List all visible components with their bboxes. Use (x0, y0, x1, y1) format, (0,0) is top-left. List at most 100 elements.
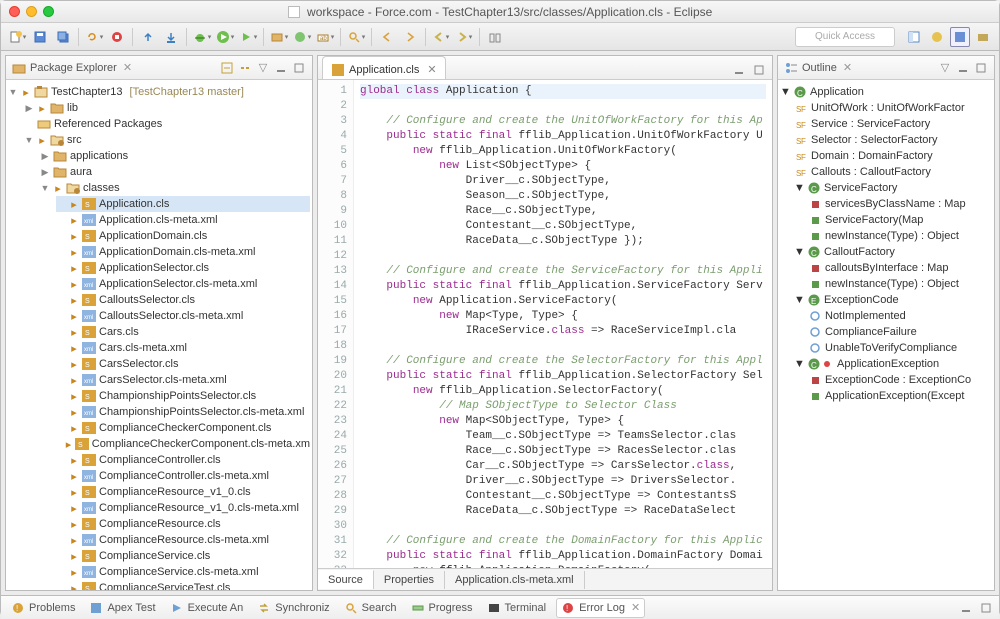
force-refresh-button[interactable] (84, 27, 104, 47)
tree-file[interactable]: ▸xmlChampionshipPointsSelector.cls-meta.… (56, 404, 310, 420)
search-button[interactable] (346, 27, 366, 47)
new-class-button[interactable] (292, 27, 312, 47)
close-tab-icon[interactable]: ✕ (427, 63, 436, 76)
download-button[interactable] (161, 27, 181, 47)
outline-member[interactable]: servicesByClassName : Map (780, 196, 992, 212)
save-all-button[interactable] (53, 27, 73, 47)
outline-inner-class[interactable]: ▼CCalloutFactory (780, 244, 992, 260)
forward-button[interactable] (454, 27, 474, 47)
tree-file[interactable]: ▸SCalloutsSelector.cls (56, 292, 310, 308)
tree-file[interactable]: ▸xmlCarsSelector.cls-meta.xml (56, 372, 310, 388)
outline-member[interactable]: ServiceFactory(Map (780, 212, 992, 228)
tree-file[interactable]: ▸xmlComplianceResource.cls-meta.xml (56, 532, 310, 548)
maximize-editor-icon[interactable] (752, 63, 766, 77)
source-tab[interactable]: Source (318, 570, 374, 589)
tree-folder-aura[interactable]: ▶aura (40, 164, 310, 180)
view-menu-icon[interactable]: ▽ (256, 61, 270, 75)
outline-member[interactable]: calloutsByInterface : Map (780, 260, 992, 276)
meta-tab[interactable]: Application.cls-meta.xml (445, 571, 585, 589)
tree-file[interactable]: ▸xmlComplianceController.cls-meta.xml (56, 468, 310, 484)
tree-file[interactable]: ▸xmlApplicationSelector.cls-meta.xml (56, 276, 310, 292)
minimize-view-icon[interactable] (959, 601, 973, 615)
run-button[interactable] (215, 27, 235, 47)
outline-item[interactable]: ▼CApplication (780, 84, 992, 100)
minimize-editor-icon[interactable] (732, 63, 746, 77)
project-node[interactable]: ▼▸TestChapter13[TestChapter13 master] (8, 84, 310, 100)
tree-file[interactable]: ▸xmlApplication.cls-meta.xml (56, 212, 310, 228)
new-button[interactable] (7, 27, 27, 47)
resource-perspective-button[interactable] (973, 27, 993, 47)
outline-enum-value[interactable]: ComplianceFailure (780, 324, 992, 340)
outline-member[interactable]: newInstance(Type) : Object (780, 276, 992, 292)
new-package-button[interactable] (269, 27, 289, 47)
next-annotation-button[interactable] (400, 27, 420, 47)
java-perspective-button[interactable] (950, 27, 970, 47)
tree-file[interactable]: ▸xmlCars.cls-meta.xml (56, 340, 310, 356)
minimize-view-icon[interactable] (956, 61, 970, 75)
view-tab-apex-test[interactable]: Apex Test (85, 599, 159, 617)
view-menu-icon[interactable]: ▽ (938, 61, 952, 75)
tree-file[interactable]: ▸SApplicationSelector.cls (56, 260, 310, 276)
outline-enum[interactable]: ▼EExceptionCode (780, 292, 992, 308)
tree-file[interactable]: ▸SApplicationDomain.cls (56, 228, 310, 244)
view-tab-progress[interactable]: Progress (407, 599, 477, 617)
tree-folder-lib[interactable]: ▶▸lib (24, 100, 310, 116)
debug-button[interactable] (192, 27, 212, 47)
tree-folder-applications[interactable]: ▶applications (40, 148, 310, 164)
run-last-button[interactable] (238, 27, 258, 47)
tree-file[interactable]: ▸SComplianceResource_v1_0.cls (56, 484, 310, 500)
view-tab-problems[interactable]: !Problems (7, 599, 79, 617)
tree-folder-src[interactable]: ▼▸src (24, 132, 310, 148)
pin-editor-button[interactable] (485, 27, 505, 47)
view-close-icon[interactable]: ✕ (843, 61, 852, 74)
outline-member[interactable]: ApplicationException(Except (780, 388, 992, 404)
minimize-view-icon[interactable] (274, 61, 288, 75)
quick-access-field[interactable]: Quick Access (795, 27, 895, 47)
force-perspective-button[interactable] (927, 27, 947, 47)
tree-file[interactable]: ▸SCars.cls (56, 324, 310, 340)
code-content[interactable]: global class Application { // Configure … (354, 80, 772, 568)
editor-tab-application[interactable]: Application.cls ✕ (322, 56, 446, 79)
view-tab-search[interactable]: Search (340, 599, 401, 617)
outline-enum-value[interactable]: NotImplemented (780, 308, 992, 324)
outline-inner-class[interactable]: ▼CServiceFactory (780, 180, 992, 196)
view-close-icon[interactable]: ✕ (123, 61, 132, 74)
tree-file[interactable]: ▸SComplianceServiceTest.cls (56, 580, 310, 590)
open-type-button[interactable]: ab (315, 27, 335, 47)
tree-file[interactable]: ▸SComplianceCheckerComponent.cls (56, 420, 310, 436)
outline-field[interactable]: SFSelector : SelectorFactory (780, 132, 992, 148)
tree-folder-referenced[interactable]: Referenced Packages (24, 116, 310, 132)
tree-file[interactable]: ▸SComplianceCheckerComponent.cls-meta.xm (56, 436, 310, 452)
outline-member[interactable]: newInstance(Type) : Object (780, 228, 992, 244)
outline-enum-value[interactable]: UnableToVerifyCompliance (780, 340, 992, 356)
tree-file[interactable]: ▸xmlCalloutsSelector.cls-meta.xml (56, 308, 310, 324)
view-tab-error-log[interactable]: !Error Log ✕ (556, 598, 645, 618)
tree-file[interactable]: ▸SComplianceController.cls (56, 452, 310, 468)
outline-field[interactable]: SFDomain : DomainFactory (780, 148, 992, 164)
tree-file[interactable]: ▸xmlComplianceResource_v1_0.cls-meta.xml (56, 500, 310, 516)
maximize-view-icon[interactable] (292, 61, 306, 75)
tree-file[interactable]: ▸SChampionshipPointsSelector.cls (56, 388, 310, 404)
maximize-view-icon[interactable] (974, 61, 988, 75)
outline-field[interactable]: SFUnitOfWork : UnitOfWorkFactor (780, 100, 992, 116)
collapse-all-icon[interactable] (220, 61, 234, 75)
tree-file[interactable]: ▸SComplianceResource.cls (56, 516, 310, 532)
outline-field[interactable]: SFCallouts : CalloutFactory (780, 164, 992, 180)
properties-tab[interactable]: Properties (374, 571, 445, 589)
save-button[interactable] (30, 27, 50, 47)
back-button[interactable] (431, 27, 451, 47)
outline-tree[interactable]: ▼CApplicationSFUnitOfWork : UnitOfWorkFa… (778, 80, 994, 590)
prev-annotation-button[interactable] (377, 27, 397, 47)
view-tab-synchronize[interactable]: Synchroniz (253, 599, 333, 617)
outline-inner-class[interactable]: ▼CApplicationException (780, 356, 992, 372)
tree-file[interactable]: ▸xmlApplicationDomain.cls-meta.xml (56, 244, 310, 260)
force-stop-button[interactable] (107, 27, 127, 47)
tree-file[interactable]: ▸xmlComplianceService.cls-meta.xml (56, 564, 310, 580)
maximize-view-icon[interactable] (979, 601, 993, 615)
tree-file[interactable]: ▸SComplianceService.cls (56, 548, 310, 564)
tree-file[interactable]: ▸SApplication.cls (56, 196, 310, 212)
package-explorer-tree[interactable]: ▼▸TestChapter13[TestChapter13 master] ▶▸… (6, 80, 312, 590)
tree-folder-classes[interactable]: ▼▸classes (40, 180, 310, 196)
outline-member[interactable]: ExceptionCode : ExceptionCo (780, 372, 992, 388)
code-editor[interactable]: 1234567891011121314151617181920212223242… (318, 80, 772, 568)
